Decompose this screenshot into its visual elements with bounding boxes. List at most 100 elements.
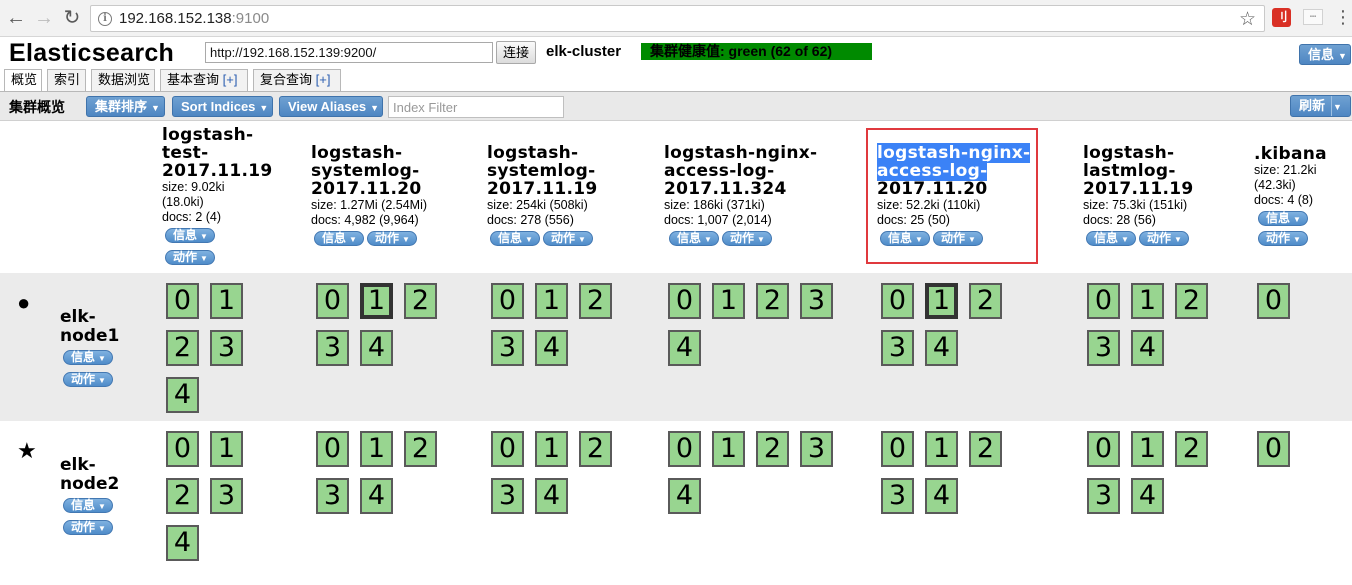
- index-action-button[interactable]: 动作 ▼: [932, 231, 983, 246]
- shard-box[interactable]: 0: [316, 283, 349, 319]
- shard-box[interactable]: 4: [360, 330, 393, 366]
- index-action-button[interactable]: 动作 ▼: [721, 231, 772, 246]
- shard-box[interactable]: 1: [712, 431, 745, 467]
- extension-badge-icon[interactable]: ▪▪▪: [1303, 9, 1323, 25]
- shard-box[interactable]: 3: [800, 431, 833, 467]
- shard-box[interactable]: 0: [881, 283, 914, 319]
- index-info-button[interactable]: 信息 ▼: [314, 231, 364, 246]
- index-info-button[interactable]: 信息 ▼: [880, 231, 930, 246]
- shard-box[interactable]: 2: [404, 431, 437, 467]
- shard-box[interactable]: 1: [360, 283, 393, 319]
- shard-box[interactable]: 4: [668, 330, 701, 366]
- reload-icon[interactable]: ↻: [60, 5, 84, 31]
- shard-box[interactable]: 0: [166, 283, 199, 319]
- shard-box[interactable]: 3: [881, 330, 914, 366]
- tab-indices[interactable]: 索引: [47, 69, 86, 91]
- address-bar[interactable]: i 192.168.152.138:9100 ☆: [90, 5, 1265, 32]
- shard-box[interactable]: 2: [1175, 283, 1208, 319]
- shard-box[interactable]: 0: [1257, 283, 1290, 319]
- node-action-button[interactable]: 动作 ▼: [63, 372, 113, 387]
- shard-box[interactable]: 4: [925, 478, 958, 514]
- connect-button[interactable]: 连接: [496, 41, 536, 64]
- index-info-button[interactable]: 信息 ▼: [669, 231, 719, 246]
- shard-box[interactable]: 1: [925, 431, 958, 467]
- shard-box[interactable]: 1: [1131, 431, 1164, 467]
- index-action-button[interactable]: 动作 ▼: [1138, 231, 1189, 246]
- index-action-button[interactable]: 动作 ▼: [1258, 231, 1308, 246]
- shard-box[interactable]: 3: [316, 478, 349, 514]
- shard-box[interactable]: 3: [1087, 478, 1120, 514]
- shard-box[interactable]: 2: [756, 431, 789, 467]
- node-info-button[interactable]: 信息 ▼: [63, 350, 113, 365]
- shard-box[interactable]: 1: [535, 283, 568, 319]
- refresh-button[interactable]: 刷新 ▼: [1290, 95, 1351, 117]
- shard-box[interactable]: 4: [1131, 478, 1164, 514]
- shard-box[interactable]: 2: [166, 330, 199, 366]
- index-info-button[interactable]: 信息 ▼: [1086, 231, 1136, 246]
- index-action-button[interactable]: 动作 ▼: [542, 231, 593, 246]
- info-circle-icon[interactable]: i: [98, 12, 112, 26]
- shard-box[interactable]: 2: [166, 478, 199, 514]
- shard-box[interactable]: 0: [166, 431, 199, 467]
- shard-box[interactable]: 1: [925, 283, 958, 319]
- shard-box[interactable]: 4: [925, 330, 958, 366]
- index-info-button[interactable]: 信息 ▼: [490, 231, 540, 246]
- shard-box[interactable]: 2: [1175, 431, 1208, 467]
- info-menu-button[interactable]: 信息 ▼: [1299, 44, 1351, 65]
- shard-box[interactable]: 3: [1087, 330, 1120, 366]
- tab-basic-query[interactable]: 基本查询 [+]: [160, 69, 248, 91]
- shard-box[interactable]: 4: [668, 478, 701, 514]
- shard-box[interactable]: 4: [166, 377, 199, 413]
- index-action-button[interactable]: 动作 ▼: [366, 231, 417, 246]
- shard-box[interactable]: 2: [969, 431, 1002, 467]
- node-info-button[interactable]: 信息 ▼: [63, 498, 113, 513]
- connection-url-input[interactable]: [205, 42, 493, 63]
- shard-box[interactable]: 3: [881, 478, 914, 514]
- shard-box[interactable]: 4: [535, 330, 568, 366]
- shard-box[interactable]: 4: [1131, 330, 1164, 366]
- shard-box[interactable]: 0: [668, 431, 701, 467]
- shard-box[interactable]: 1: [1131, 283, 1164, 319]
- shard-box[interactable]: 0: [491, 283, 524, 319]
- sort-indices-button[interactable]: Sort Indices ▼: [172, 96, 273, 117]
- shard-box[interactable]: 4: [535, 478, 568, 514]
- browser-menu-icon[interactable]: ⋮: [1334, 7, 1352, 27]
- node-action-button[interactable]: 动作 ▼: [63, 520, 113, 535]
- back-arrow-icon[interactable]: ←: [4, 5, 28, 31]
- shard-box[interactable]: 1: [360, 431, 393, 467]
- extension-icon[interactable]: 刂: [1272, 8, 1291, 27]
- shard-box[interactable]: 1: [210, 431, 243, 467]
- tab-overview[interactable]: 概览: [4, 69, 42, 92]
- shard-box[interactable]: 2: [404, 283, 437, 319]
- shard-box[interactable]: 1: [210, 283, 243, 319]
- shard-box[interactable]: 2: [969, 283, 1002, 319]
- index-action-button[interactable]: 动作 ▼: [165, 250, 215, 265]
- tab-compound-query[interactable]: 复合查询 [+]: [253, 69, 341, 91]
- shard-box[interactable]: 3: [210, 330, 243, 366]
- shard-box[interactable]: 0: [1087, 431, 1120, 467]
- tab-browser[interactable]: 数据浏览: [91, 69, 155, 91]
- sort-cluster-button[interactable]: 集群排序 ▼: [86, 96, 165, 117]
- index-filter-input[interactable]: [388, 96, 564, 118]
- shard-box[interactable]: 0: [316, 431, 349, 467]
- shard-box[interactable]: 0: [881, 431, 914, 467]
- shard-box[interactable]: 0: [1087, 283, 1120, 319]
- shard-box[interactable]: 3: [491, 330, 524, 366]
- shard-box[interactable]: 2: [579, 283, 612, 319]
- shard-box[interactable]: 3: [210, 478, 243, 514]
- bookmark-star-icon[interactable]: ☆: [1239, 8, 1256, 31]
- index-info-button[interactable]: 信息 ▼: [165, 228, 215, 243]
- shard-box[interactable]: 4: [166, 525, 199, 561]
- shard-box[interactable]: 1: [535, 431, 568, 467]
- shard-box[interactable]: 1: [712, 283, 745, 319]
- shard-box[interactable]: 2: [579, 431, 612, 467]
- forward-arrow-icon[interactable]: →: [32, 5, 56, 31]
- shard-box[interactable]: 0: [1257, 431, 1290, 467]
- shard-box[interactable]: 0: [668, 283, 701, 319]
- shard-box[interactable]: 3: [800, 283, 833, 319]
- shard-box[interactable]: 4: [360, 478, 393, 514]
- shard-box[interactable]: 3: [491, 478, 524, 514]
- index-info-button[interactable]: 信息 ▼: [1258, 211, 1308, 226]
- shard-box[interactable]: 0: [491, 431, 524, 467]
- shard-box[interactable]: 3: [316, 330, 349, 366]
